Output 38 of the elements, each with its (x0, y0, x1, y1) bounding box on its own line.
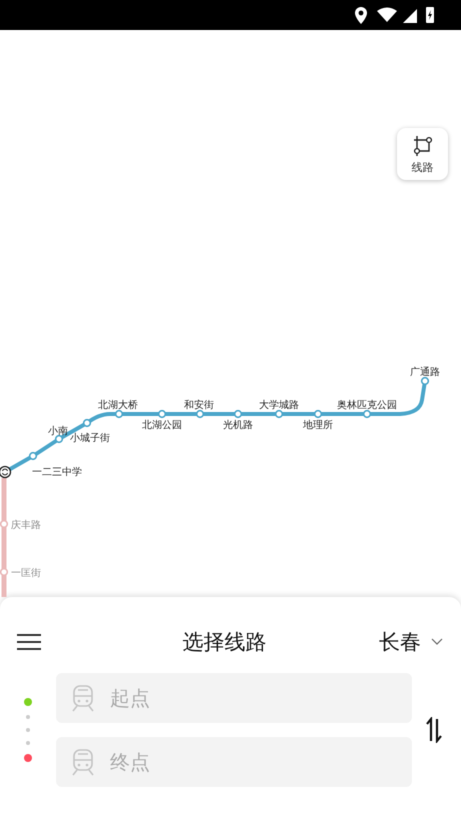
wifi-icon (377, 8, 397, 22)
station-marker[interactable] (0, 568, 8, 576)
interchange-icon[interactable] (0, 466, 12, 478)
station-marker[interactable] (362, 410, 372, 418)
swap-icon[interactable] (426, 717, 442, 743)
station-label[interactable]: 北湖公园 (142, 420, 182, 431)
station-label[interactable]: 奥林匹克公园 (337, 400, 397, 411)
station-label[interactable]: 光机路 (223, 420, 253, 431)
station-marker[interactable] (28, 452, 38, 460)
station-label[interactable]: 地理所 (303, 420, 333, 431)
station-label[interactable]: 和安街 (184, 400, 214, 411)
station-marker[interactable] (420, 376, 430, 386)
signal-icon (403, 9, 417, 23)
station-label[interactable]: 广通路 (410, 367, 440, 378)
station-label[interactable]: 一二三中学 (32, 467, 82, 478)
station-marker[interactable] (314, 410, 322, 418)
station-label[interactable]: 北湖大桥 (98, 400, 138, 411)
station-marker[interactable] (274, 410, 284, 418)
menu-icon[interactable] (16, 632, 42, 650)
station-marker[interactable] (114, 410, 124, 418)
station-label[interactable]: 大学城路 (259, 400, 299, 411)
station-marker[interactable] (196, 410, 204, 418)
location-icon (355, 7, 367, 24)
station-label[interactable]: 小南 (48, 426, 68, 437)
input-field[interactable]: 起点 (56, 673, 412, 723)
station-marker[interactable] (54, 434, 64, 444)
sheet-title: 选择线路 (182, 628, 268, 656)
station-marker[interactable] (82, 418, 92, 428)
input-field[interactable]: 终点 (56, 737, 412, 787)
route-button[interactable]: 线路 (397, 128, 448, 180)
battery-icon (426, 7, 434, 23)
station-marker[interactable] (234, 410, 242, 418)
station-marker[interactable] (158, 410, 166, 418)
city-selector[interactable]: 长春 (379, 628, 443, 656)
station-marker[interactable] (0, 520, 8, 528)
station-label[interactable]: 庆丰路 (11, 520, 41, 531)
caret-icon (431, 638, 443, 646)
station-label[interactable]: 小城子街 (70, 433, 110, 444)
